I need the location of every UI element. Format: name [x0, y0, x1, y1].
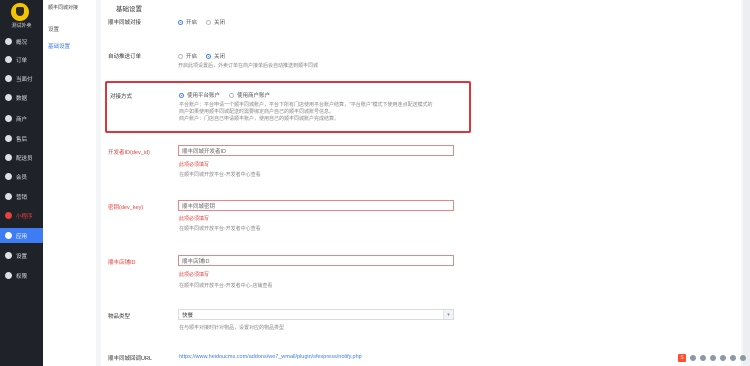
radio-sf-connect-on[interactable] [178, 19, 183, 25]
sidebar-item-merchant[interactable]: 商户 [0, 111, 43, 126]
dev-key-error: 此项必须填写 [179, 216, 210, 222]
store-logo[interactable] [11, 3, 29, 21]
sidebar-item-courier[interactable]: 配送员 [0, 150, 43, 165]
marketing-icon [5, 193, 12, 200]
callback-url-link[interactable]: https://www.heidoucms.com/addons/we7_wma… [179, 354, 362, 360]
store-name: 测试外卖 [11, 23, 32, 29]
bottom-tray: S [678, 353, 746, 363]
subsidebar-item-settings[interactable]: 设置 [48, 25, 59, 33]
radio-platform-account[interactable] [179, 92, 184, 98]
goods-type-select[interactable]: 快餐 ▾ [178, 309, 454, 320]
goods-type-label: 物品类型 [108, 314, 131, 320]
chevron-down-icon: ▾ [443, 310, 453, 319]
sidebar-item-orders[interactable]: 订单 [0, 52, 43, 67]
subsidebar-item-basic-settings[interactable]: 基础设置 [48, 42, 70, 50]
keyboard-icon[interactable] [710, 355, 716, 361]
sogou-input-icon[interactable]: S [678, 354, 686, 362]
sidebar-item-overview[interactable]: 概况 [0, 34, 43, 49]
dev-key-input[interactable]: 顺丰同城密钥 [178, 200, 454, 211]
sidebar-item-member[interactable]: 会员 [0, 169, 43, 184]
shop-id-input[interactable]: 顺丰店铺ID [178, 255, 454, 266]
goods-type-hint: 在与顺丰对接时针对物品，设置对应的物品类型 [179, 325, 285, 331]
callback-url-label: 顺丰同城回调URL [108, 356, 153, 362]
sidebar-item-settings[interactable]: 设置 [0, 248, 43, 263]
shop-id-error: 此项必须填写 [179, 272, 210, 278]
grid-icon[interactable] [740, 355, 746, 361]
page-title: 基础设置 [116, 6, 142, 13]
sidebar-item-aftersale[interactable]: 售后 [0, 131, 43, 146]
vertical-scrollbar[interactable] [743, 0, 750, 366]
shirt-icon[interactable] [730, 355, 736, 361]
main-sidebar: 测试外卖 概况 订单 当面付 数据 商户 售后 配送员 会员 营销 小程序 应用… [0, 0, 43, 366]
dev-id-input[interactable]: 顺丰同城开发者ID [178, 145, 454, 156]
sidebar-item-data[interactable]: 数据 [0, 90, 43, 105]
connect-mode-hint-3: 商户账户：门店自己申请顺丰账户，使用自己的顺丰同城账户完成结算。 [179, 116, 340, 122]
auto-push-label: 自动推送订单 [108, 54, 142, 60]
connect-mode-hint-2: 商户如果使用顺丰同城配送时需要绑定商户自己的顺丰同城账号信息。 [179, 109, 335, 115]
member-icon [5, 173, 12, 180]
radio-sf-connect-off[interactable] [206, 19, 212, 25]
sidebar-item-miniprogram[interactable]: 小程序 [0, 208, 43, 223]
radio-auto-push-off[interactable] [206, 53, 212, 59]
sidebar-item-permission[interactable]: 权限 [0, 268, 43, 283]
auto-push-hint: 开启此项设置后，外卖订单在商户接单后会自动推送到顺丰同城 [178, 63, 319, 69]
subsidebar-title: 顺丰同城对接 [48, 5, 79, 11]
chinese-input-icon[interactable] [690, 355, 696, 361]
order-icon [5, 56, 12, 63]
sf-connect-radio-group: 开启 关闭 [178, 18, 225, 26]
goods-type-value: 快餐 [182, 312, 194, 319]
dashboard-icon [5, 38, 12, 45]
sf-connect-label: 顺丰同城对接 [108, 20, 142, 26]
mic-icon[interactable] [700, 355, 706, 361]
sidebar-item-apps[interactable]: 应用 [0, 228, 43, 243]
sidebar-item-face-pay[interactable]: 当面付 [0, 71, 43, 86]
connect-mode-hint-1: 平台账户：平台申请一个顺丰同城账户，平台下所有门店使用平台账户结算，"平台账户"… [179, 102, 433, 108]
pay-icon [5, 75, 12, 82]
dev-id-label: 开发者ID(dev_id) [108, 150, 150, 156]
permission-icon [5, 272, 12, 279]
dev-id-error: 此项必须填写 [179, 162, 210, 168]
data-icon [5, 94, 12, 101]
settings-icon [5, 252, 12, 259]
dev-id-hint: 在顺丰同城开放平台-开发者中心查看 [179, 172, 261, 178]
sub-sidebar: 顺丰同城对接 设置 基础设置 [43, 0, 97, 366]
auto-push-radio-group: 开启 关闭 [178, 52, 225, 60]
shop-id-label: 顺丰店铺ID [108, 260, 136, 266]
dev-key-label: 密钥(dev_key) [108, 205, 144, 211]
dev-key-hint: 在顺丰同城开放平台-开发者中心查看 [179, 226, 261, 232]
sidebar-item-marketing[interactable]: 营销 [0, 189, 43, 204]
merchant-icon [5, 115, 12, 122]
connect-mode-label: 对接方式 [110, 94, 133, 100]
courier-icon [5, 154, 12, 161]
apps-icon [5, 232, 12, 239]
miniprogram-icon [5, 212, 12, 219]
user-icon[interactable] [720, 355, 726, 361]
connect-mode-radio-group: 使用平台账户 使用商户账户 [179, 91, 270, 99]
aftersale-icon [5, 135, 12, 142]
shop-id-hint: 在顺丰同城开放平台-开发者中心-店铺查看 [179, 283, 273, 289]
radio-merchant-account[interactable] [229, 92, 235, 98]
radio-auto-push-on[interactable] [178, 53, 183, 59]
